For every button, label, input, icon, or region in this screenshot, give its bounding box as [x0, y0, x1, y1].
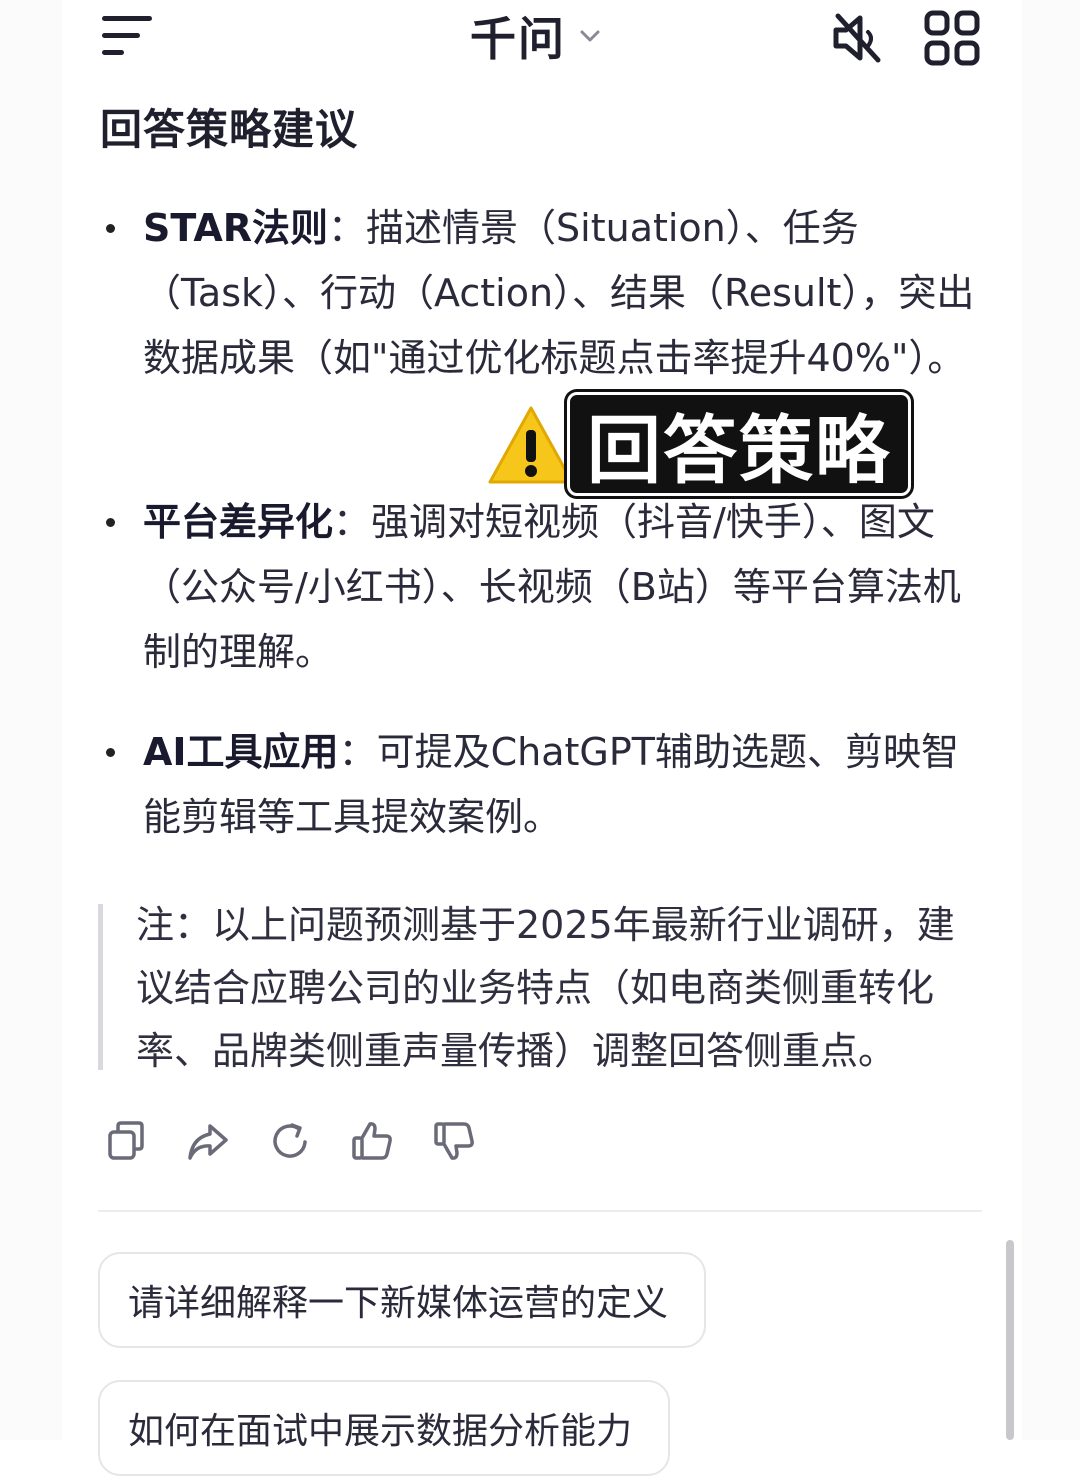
apps-grid-icon: [924, 10, 980, 66]
top-bar: 千问: [0, 0, 1080, 80]
note-text: 注：以上问题预测基于2025年最新行业调研，建议结合应聘公司的业务特点（如电商类…: [136, 903, 955, 1073]
bullet-text: STAR法则：描述情景（Situation）、任务（Task）、行动（Actio…: [143, 196, 983, 391]
overlay-sticker: 回答策略: [567, 392, 911, 496]
bullet-colon: ：: [328, 206, 367, 250]
app-title: 千问: [470, 12, 566, 66]
regenerate-button[interactable]: [268, 1118, 312, 1164]
menu-icon: [102, 16, 152, 55]
bullet-colon: ：: [333, 500, 372, 544]
bullet-dot: [106, 518, 115, 527]
list-item-ai-tools: AI工具应用：可提及ChatGPT辅助选题、剪映智能剪辑等工具提效案例。: [100, 720, 980, 850]
bullet-colon: ：: [338, 730, 377, 774]
like-button[interactable]: [350, 1118, 394, 1164]
right-gutter: [1022, 0, 1080, 1440]
bullet-dot: [106, 224, 115, 233]
quote-bar: [98, 904, 103, 1070]
bullet-text: 平台差异化：强调对短视频（抖音/快手）、图文（公众号/小红书）、长视频（B站）等…: [143, 490, 983, 685]
suggestion-chip[interactable]: 请详细解释一下新媒体运营的定义: [98, 1252, 706, 1348]
left-gutter: [0, 0, 62, 1440]
thumbs-up-icon: [352, 1122, 392, 1160]
suggestion-chip[interactable]: 如何在面试中展示数据分析能力: [98, 1380, 670, 1476]
share-button[interactable]: [186, 1118, 230, 1164]
refresh-icon: [273, 1123, 307, 1158]
chevron-down-icon: [580, 30, 600, 42]
bullet-term: 平台差异化: [143, 500, 334, 544]
bullet-term: AI工具应用: [143, 730, 339, 774]
bullet-text: AI工具应用：可提及ChatGPT辅助选题、剪映智能剪辑等工具提效案例。: [143, 720, 983, 850]
section-title: 回答策略建议: [100, 105, 359, 154]
dislike-button[interactable]: [432, 1118, 476, 1164]
bullet-dot: [106, 748, 115, 757]
divider: [98, 1210, 982, 1212]
copy-icon: [108, 1121, 144, 1160]
apps-button[interactable]: [922, 8, 982, 68]
bullet-term: STAR法则: [143, 206, 329, 250]
menu-button[interactable]: [100, 14, 156, 58]
share-icon: [188, 1124, 228, 1160]
warning-icon: [488, 406, 574, 484]
note-blockquote: 注：以上问题预测基于2025年最新行业调研，建议结合应聘公司的业务特点（如电商类…: [98, 894, 978, 1073]
model-selector[interactable]: 千问: [470, 6, 600, 66]
thumbs-down-icon: [434, 1122, 474, 1160]
copy-button[interactable]: [104, 1118, 148, 1164]
speaker-muted-icon: [833, 13, 881, 63]
list-item-platform: 平台差异化：强调对短视频（抖音/快手）、图文（公众号/小红书）、长视频（B站）等…: [100, 490, 980, 685]
message-actions: [104, 1118, 476, 1168]
scrollbar[interactable]: [1006, 1240, 1014, 1440]
mute-button[interactable]: [826, 8, 886, 68]
